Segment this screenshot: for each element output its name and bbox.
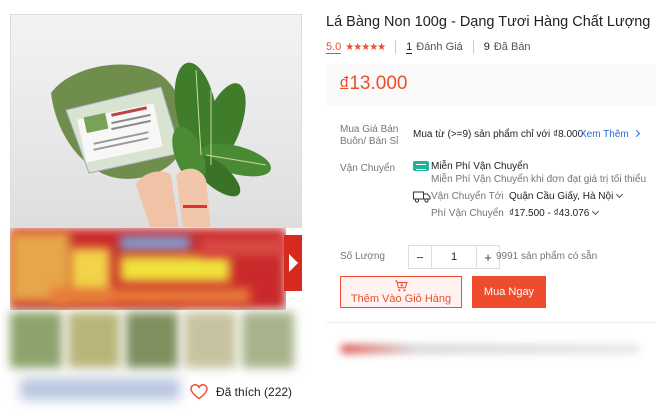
wholesale-text: Mua từ (>=9) sản phẩm chỉ với ₫8.000 — [413, 129, 584, 140]
gallery-next-arrow[interactable] — [284, 235, 302, 291]
ship-to-label: Vận Chuyển Tới — [431, 191, 504, 202]
stock-available: 9991 sản phẩm có sẵn — [496, 251, 598, 262]
sold-count: 9 — [483, 41, 490, 53]
chevron-down-icon — [592, 207, 600, 216]
rating-count[interactable]: 1 — [406, 41, 413, 54]
like-count-label: Đã thích (222) — [216, 385, 293, 399]
price-box: đ13.000 — [326, 64, 656, 106]
add-to-cart-button[interactable]: Thêm Vào Giỏ Hàng — [340, 276, 462, 308]
truck-icon — [413, 191, 431, 203]
wholesale-see-more-link[interactable]: Xem Thêm — [580, 129, 640, 141]
price-value: 13.000 — [349, 73, 408, 94]
ship-fee-selector[interactable]: ₫17.500 - ₫43.076 — [509, 207, 600, 220]
divider — [395, 40, 397, 54]
chevron-down-icon — [616, 190, 624, 199]
sold-label: Đã Bán — [493, 41, 531, 53]
heart-icon — [190, 384, 208, 400]
thumbnail[interactable] — [242, 312, 294, 368]
buy-now-button[interactable]: Mua Ngay — [472, 276, 546, 308]
cart-icon — [395, 279, 408, 291]
thumbnail[interactable] — [68, 312, 120, 368]
rating-value[interactable]: 5.0 — [326, 41, 342, 54]
thumbnail-strip — [10, 312, 302, 370]
promo-banner-blurred — [10, 228, 286, 310]
thumbnail[interactable] — [126, 312, 178, 368]
product-gallery: Đã thích (222) — [0, 0, 310, 412]
product-main-image[interactable] — [10, 14, 302, 228]
product-title: Lá Bàng Non 100g - Dạng Tươi Hàng Chất L… — [326, 14, 651, 30]
guarantee-row-blurred — [340, 344, 640, 354]
free-shipping-icon — [413, 161, 429, 171]
chevron-right-icon — [632, 129, 640, 138]
product-meta: 5.0 ★★★★★ 1 Đánh Giá 9 Đã Bán — [326, 40, 531, 54]
see-more-label: Xem Thêm — [580, 129, 629, 140]
quantity-label: Số Lượng — [340, 251, 385, 262]
thumbnail[interactable] — [10, 312, 62, 368]
chevron-right-icon — [288, 254, 298, 272]
section-divider — [326, 322, 656, 323]
add-to-cart-label: Thêm Vào Giỏ Hàng — [350, 292, 452, 305]
free-shipping-desc: Miễn Phí Vận Chuyển khi đơn đạt giá trị … — [431, 174, 647, 185]
ship-fee-label: Phí Vận Chuyển — [431, 208, 504, 219]
like-button[interactable]: Đã thích (222) — [190, 384, 292, 400]
quantity-decrease-button[interactable]: − — [409, 246, 431, 268]
free-shipping-title: Miễn Phí Vận Chuyển — [431, 161, 529, 172]
quantity-input[interactable]: 1 — [431, 246, 477, 268]
quantity-stepper: − 1 + — [408, 245, 500, 269]
ship-fee-value: ₫17.500 - ₫43.076 — [509, 208, 590, 219]
thumbnail[interactable] — [184, 312, 236, 368]
wholesale-label-line2: Buôn/ Bán Sỉ — [340, 136, 399, 147]
rating-count-label: Đánh Giá — [416, 41, 463, 53]
star-rating-icon: ★★★★★ — [345, 41, 386, 53]
ship-to-value: Quận Cầu Giấy, Hà Nội — [509, 191, 614, 202]
product-price: đ13.000 — [340, 73, 407, 95]
currency-symbol: đ — [340, 74, 349, 91]
divider — [472, 40, 474, 54]
shipping-label: Vận Chuyển — [340, 163, 396, 174]
ship-to-selector[interactable]: Quận Cầu Giấy, Hà Nội — [509, 190, 624, 203]
share-row-blurred — [20, 378, 180, 400]
wholesale-label-line1: Mua Giá Bán — [340, 124, 399, 135]
wholesale-label: Mua Giá Bán Buôn/ Bán Sỉ — [340, 124, 398, 148]
leaf-package-illustration — [51, 62, 271, 227]
